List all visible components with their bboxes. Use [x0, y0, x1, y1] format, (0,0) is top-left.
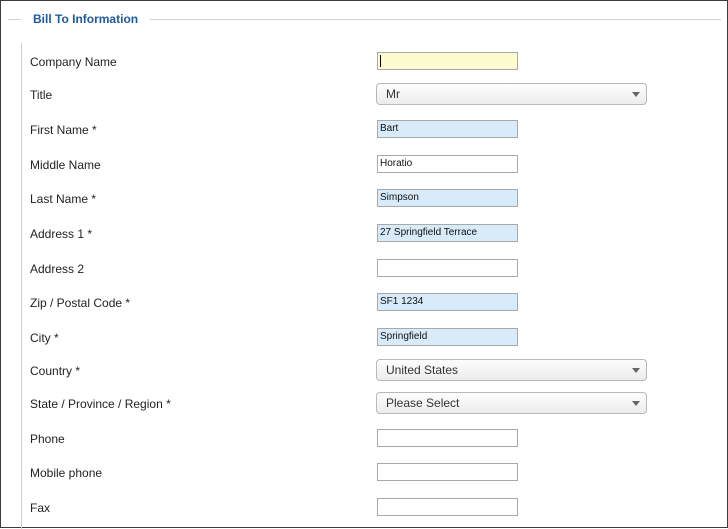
form-row-state: State / Province / Region * Please Selec…	[1, 392, 728, 416]
fieldset-legend: Bill To Information	[21, 11, 151, 27]
first-name-label: First Name *	[30, 123, 97, 137]
zip-value: SF1 1234	[380, 296, 424, 307]
chevron-down-icon	[632, 92, 640, 97]
phone-field[interactable]	[377, 429, 518, 447]
company-name-field[interactable]	[377, 52, 518, 70]
form-row-fax: Fax	[1, 496, 728, 520]
first-name-value: Bart	[380, 123, 399, 134]
company-name-label: Company Name	[30, 55, 117, 69]
middle-name-field[interactable]: Horatio	[377, 155, 518, 173]
state-select[interactable]: Please Select	[376, 392, 647, 414]
last-name-label: Last Name *	[30, 192, 97, 206]
country-label: Country *	[30, 364, 81, 378]
form-row-mobile-phone: Mobile phone	[1, 461, 728, 485]
last-name-value: Simpson	[380, 192, 419, 203]
address-1-label: Address 1 *	[30, 227, 93, 241]
chevron-down-icon	[632, 401, 640, 406]
form-row-company-name: Company Name	[1, 50, 728, 74]
title-label: Title	[30, 88, 53, 102]
city-value: Springfield	[380, 331, 428, 342]
form-row-address-2: Address 2	[1, 257, 728, 281]
address-2-field[interactable]	[377, 259, 518, 277]
title-select-value: Mr	[386, 87, 400, 101]
first-name-field[interactable]: Bart	[377, 120, 518, 138]
title-select[interactable]: Mr	[376, 83, 647, 105]
middle-name-label: Middle Name	[30, 158, 101, 172]
form-row-zip: Zip / Postal Code * SF1 1234	[1, 291, 728, 315]
text-caret	[380, 55, 381, 67]
city-label: City *	[30, 331, 59, 345]
address-1-value: 27 Springfield Terrace	[380, 227, 478, 238]
country-select[interactable]: United States	[376, 359, 647, 381]
state-label: State / Province / Region *	[30, 397, 171, 411]
middle-name-value: Horatio	[380, 158, 413, 169]
mobile-phone-label: Mobile phone	[30, 466, 103, 480]
fieldset-left-border	[21, 43, 22, 529]
zip-label: Zip / Postal Code *	[30, 296, 131, 310]
state-select-value: Please Select	[386, 396, 460, 410]
form-row-middle-name: Middle Name Horatio	[1, 153, 728, 177]
chevron-down-icon	[632, 368, 640, 373]
form-row-country: Country * United States	[1, 359, 728, 383]
phone-label: Phone	[30, 432, 65, 446]
last-name-field[interactable]: Simpson	[377, 189, 518, 207]
form-row-address-1: Address 1 * 27 Springfield Terrace	[1, 222, 728, 246]
form-row-title: Title Mr	[1, 83, 728, 107]
fax-label: Fax	[30, 501, 51, 515]
country-select-value: United States	[386, 363, 459, 377]
form-row-last-name: Last Name * Simpson	[1, 187, 728, 211]
address-1-field[interactable]: 27 Springfield Terrace	[377, 224, 518, 242]
form-panel: Bill To Information Company Name Title M…	[0, 0, 728, 529]
zip-field[interactable]: SF1 1234	[377, 293, 518, 311]
form-row-first-name: First Name * Bart	[1, 118, 728, 142]
city-field[interactable]: Springfield	[377, 328, 518, 346]
fax-field[interactable]	[377, 498, 518, 516]
form-row-city: City * Springfield	[1, 326, 728, 350]
address-2-label: Address 2	[30, 262, 85, 276]
form-row-phone: Phone	[1, 427, 728, 451]
mobile-phone-field[interactable]	[377, 463, 518, 481]
